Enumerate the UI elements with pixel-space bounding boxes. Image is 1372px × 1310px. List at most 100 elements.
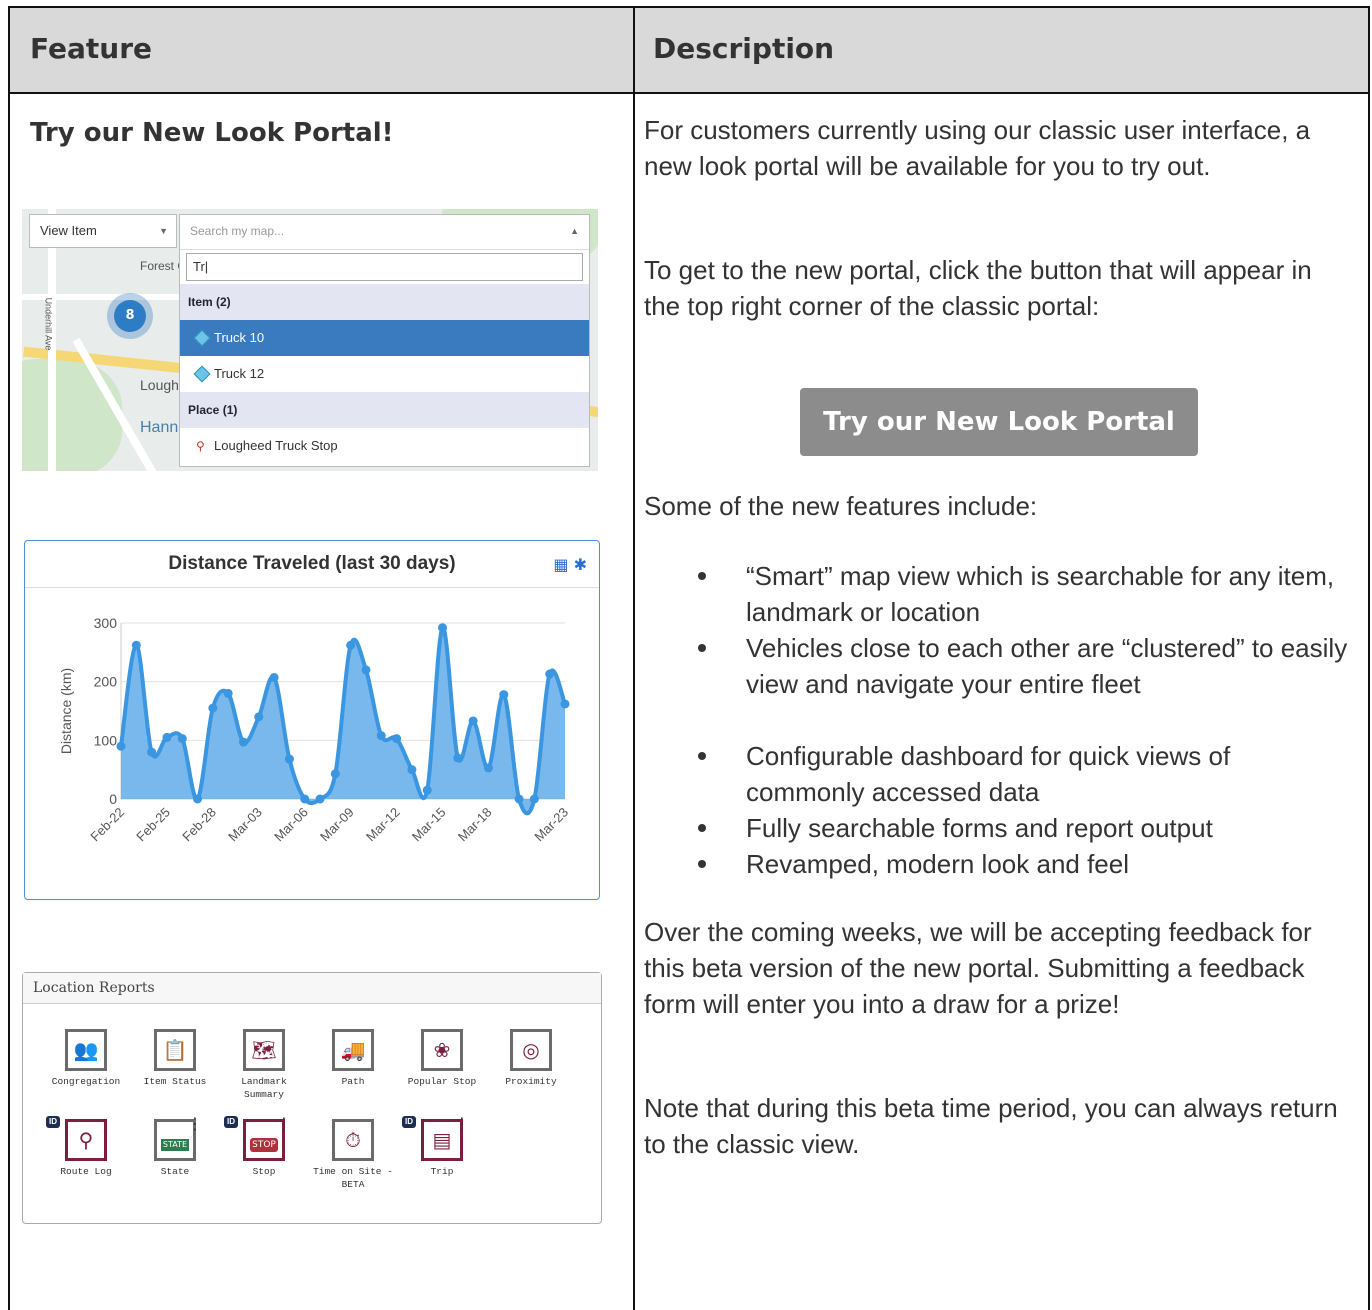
data-point	[376, 731, 386, 741]
report-label: Proximity	[505, 1076, 557, 1087]
x-tick-label: Feb-25	[133, 805, 173, 845]
location-reports-panel: Location Reports 👥 Congregation 📋 Item Stat…	[22, 972, 602, 1224]
x-tick-label: Mar-18	[455, 805, 495, 845]
more-options-icon[interactable]: ⋮	[276, 1116, 292, 1132]
trip-icon: ▤ ID ⋮	[402, 1116, 470, 1161]
chevron-down-icon: ▼	[159, 226, 168, 236]
data-point	[147, 747, 157, 757]
more-options-icon[interactable]: ⋮	[187, 1116, 203, 1132]
search-input-value: Tr	[193, 259, 205, 274]
data-point	[177, 734, 187, 744]
result-option-lougheed-truck-stop[interactable]: ⚲ Lougheed Truck Stop	[180, 428, 589, 464]
report-congregation[interactable]: 👥 Congregation	[41, 1029, 131, 1088]
bullet-text: Revamped, modern look and feel	[746, 849, 1130, 879]
report-item-status[interactable]: 📋 Item Status	[130, 1029, 220, 1088]
feature-bullet: “Smart” map view which is searchable for…	[698, 558, 1348, 630]
result-option-truck-12[interactable]: Truck 12	[180, 356, 589, 392]
feature-bullet: Configurable dashboard for quick views o…	[698, 738, 1348, 810]
data-point	[330, 769, 340, 779]
bullet-text: “Smart” map view which is searchable for…	[746, 561, 1335, 627]
bullet-text: Fully searchable forms and report output	[746, 813, 1213, 843]
stop-sign-text: STOP	[250, 1138, 278, 1152]
park-area	[22, 359, 122, 471]
report-label: Stop	[252, 1166, 276, 1177]
more-options-icon[interactable]: ⋮	[454, 1116, 470, 1132]
data-point	[131, 640, 141, 650]
report-label: Popular Stop	[407, 1076, 477, 1087]
y-tick-label: 100	[94, 732, 118, 748]
result-group-place: Place (1)	[180, 392, 589, 428]
data-point	[545, 669, 555, 679]
report-proximity[interactable]: ◎ Proximity	[486, 1029, 576, 1088]
report-time-on-site-beta[interactable]: ⏱ Time on Site - BETA	[308, 1119, 398, 1191]
chevron-up-icon: ▲	[570, 226, 579, 236]
bullet-dot	[698, 824, 706, 832]
data-point	[254, 712, 264, 722]
id-badge: ID	[224, 1116, 238, 1128]
bullet-text: Configurable dashboard for quick views o…	[746, 741, 1231, 807]
report-stop[interactable]: STOP ID ⋮ Stop	[219, 1116, 309, 1178]
y-tick-label: 200	[94, 674, 118, 690]
new-look-portal-button[interactable]: Try our New Look Portal	[800, 388, 1198, 456]
report-label: Time on Site - BETA	[313, 1166, 393, 1190]
description-paragraph-4: Over the coming weeks, we will be accept…	[644, 917, 1312, 1019]
x-tick-label: Mar-03	[225, 805, 265, 845]
report-state[interactable]: STATE ⋮ State	[130, 1116, 220, 1178]
data-point	[193, 794, 203, 804]
option-label: Truck 10	[214, 330, 265, 345]
data-point	[499, 690, 509, 700]
feature-bullet: Vehicles close to each other are “cluste…	[698, 630, 1348, 702]
data-point	[162, 732, 172, 742]
data-point	[422, 785, 432, 795]
report-label: Item Status	[143, 1076, 207, 1087]
report-landmark-summary[interactable]: 🗺 Landmark Summary	[219, 1029, 309, 1101]
search-placeholder: Search my map...	[190, 224, 285, 238]
data-point	[560, 699, 570, 709]
report-path[interactable]: 🚚 Path	[308, 1029, 398, 1088]
stop-sign-icon: STOP ID ⋮	[224, 1116, 292, 1161]
clipboard-icon: 📋	[154, 1029, 196, 1071]
report-route-log[interactable]: ⚲ ID Route Log	[41, 1116, 131, 1178]
chart-title: Distance Traveled (last 30 days)	[25, 541, 599, 588]
data-point	[407, 765, 417, 775]
map-search-dropdown: Search my map... ▲ Tr| Item (2) Truck 10 …	[179, 214, 590, 467]
map-preview: Forest G Lougheee Hanna Underhill Ave 8 …	[22, 209, 598, 471]
vehicle-cluster-marker[interactable]: 8	[107, 293, 153, 339]
option-label: Truck 12	[214, 366, 265, 381]
bullet-dot	[698, 860, 706, 868]
distance-chart-card: Distance Traveled (last 30 days) ▦ ✱ 0 10…	[24, 540, 600, 900]
feature-bullet: Fully searchable forms and report output	[698, 810, 1348, 846]
description-paragraph-2: To get to the new portal, click the butt…	[644, 255, 1312, 321]
report-popular-stop[interactable]: ❀ Popular Stop	[397, 1029, 487, 1088]
vehicle-icon	[193, 329, 211, 347]
data-point	[392, 734, 402, 744]
data-point	[223, 688, 233, 698]
description-paragraph-5: Note that during this beta time period, …	[644, 1093, 1338, 1159]
bullet-text: Vehicles close to each other are “cluste…	[746, 633, 1348, 699]
result-option-truck-10[interactable]: Truck 10	[180, 320, 589, 356]
search-input[interactable]: Tr|	[186, 253, 583, 281]
description-column-header: Description	[653, 32, 835, 65]
map-search-box[interactable]: Search my map... ▲	[180, 215, 589, 250]
report-label: Path	[341, 1076, 365, 1087]
data-point	[453, 753, 463, 763]
calendar-icon[interactable]: ▦	[553, 555, 568, 574]
state-truck-icon: STATE ⋮	[154, 1116, 203, 1161]
description-paragraph-1: For customers currently using our classi…	[644, 115, 1311, 181]
x-tick-label: Feb-28	[179, 805, 219, 845]
map-street-label: Underhill Ave	[43, 297, 54, 351]
view-item-select[interactable]: View Item ▼	[29, 214, 177, 248]
gear-icon[interactable]: ✱	[574, 555, 587, 574]
data-point	[269, 673, 279, 683]
data-point	[284, 754, 294, 764]
data-point	[438, 623, 448, 633]
report-label: Route Log	[60, 1166, 112, 1177]
report-label: Congregation	[51, 1076, 121, 1087]
bullet-dot	[698, 644, 706, 652]
view-select-value: View Item	[40, 223, 97, 238]
data-point	[300, 794, 310, 804]
x-tick-label: Mar-23	[531, 805, 571, 845]
truck-path-icon: 🚚	[332, 1029, 374, 1071]
report-trip[interactable]: ▤ ID ⋮ Trip	[397, 1116, 487, 1178]
x-tick-label: Mar-12	[363, 805, 403, 845]
